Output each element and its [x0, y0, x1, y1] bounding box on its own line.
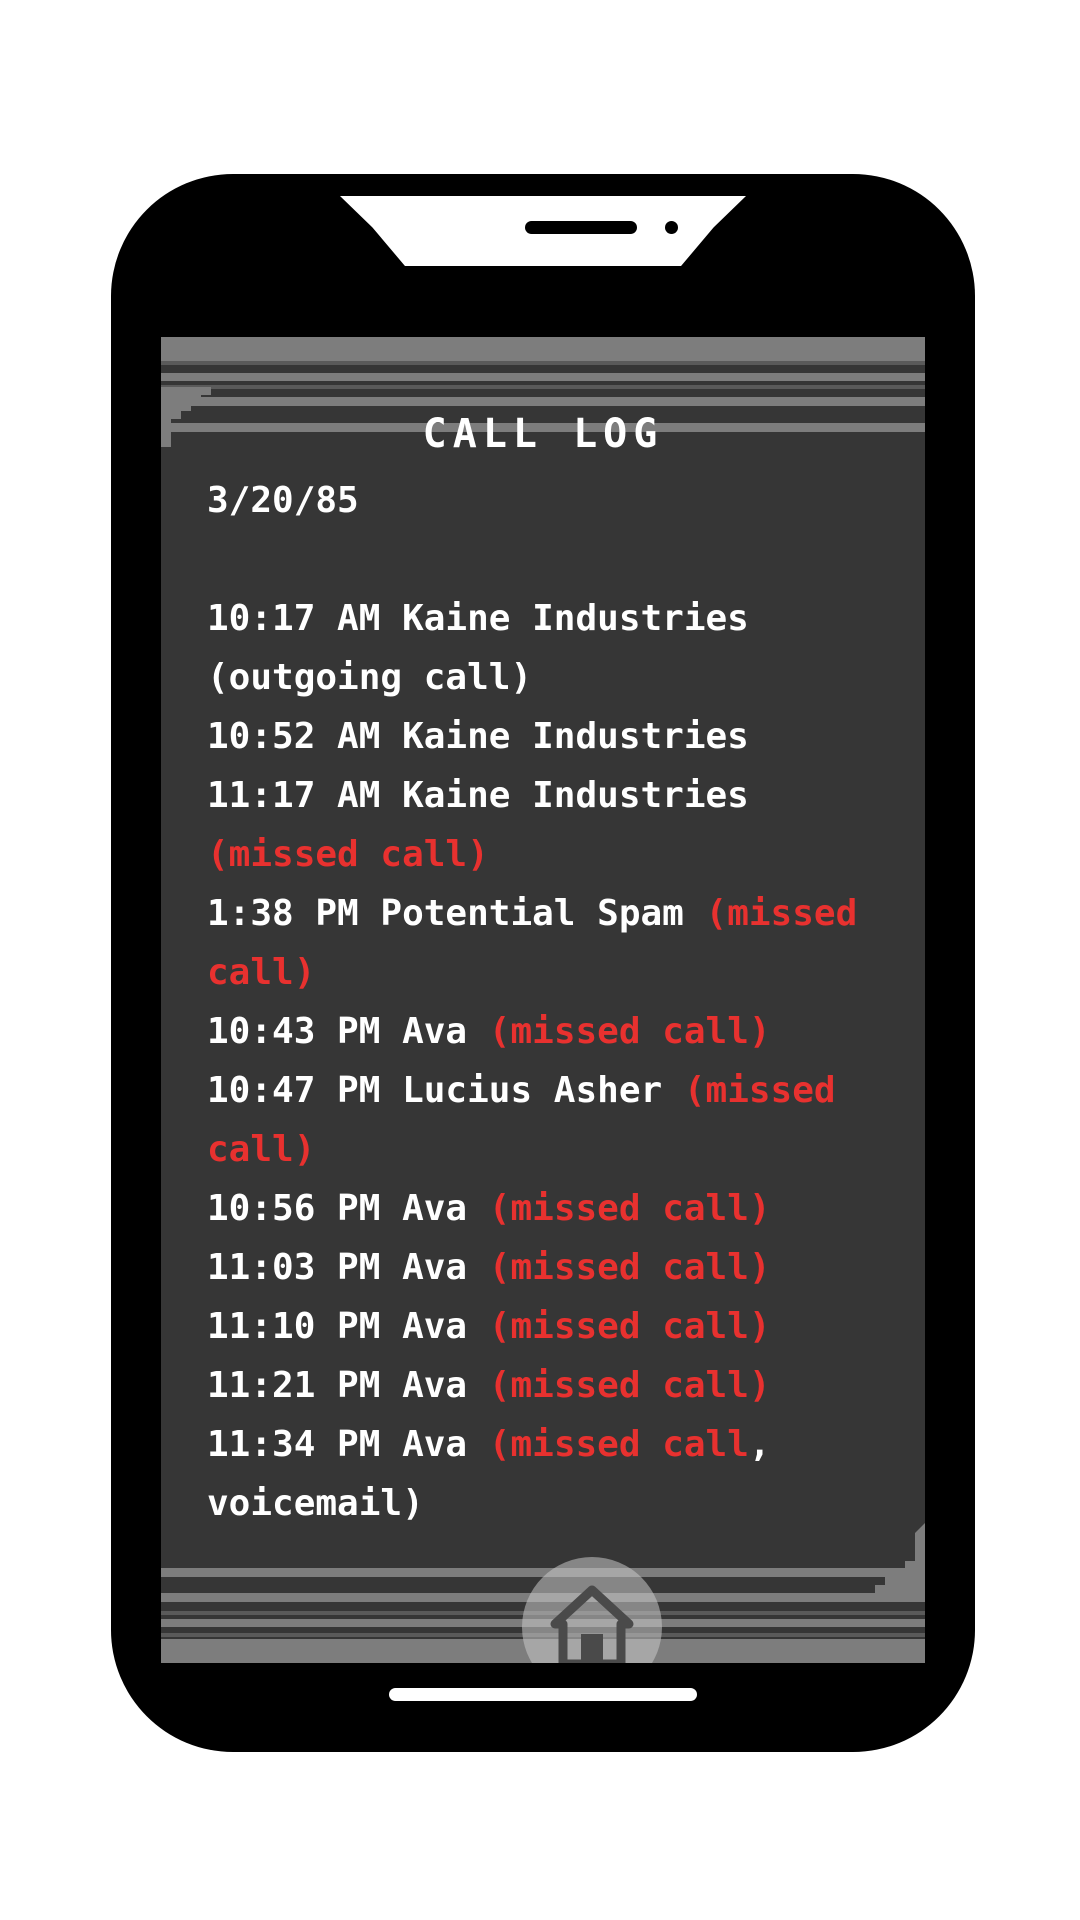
home-indicator[interactable]	[389, 1688, 697, 1701]
call-time: 11:34 PM	[207, 1424, 381, 1465]
call-time: 10:17 AM	[207, 598, 381, 639]
call-log-entry[interactable]: 10:52 AM Kaine Industries	[207, 707, 897, 766]
call-log-screen: CALL LOG 3/20/85 10:17 AM Kaine Industri…	[161, 337, 925, 1663]
caller-name: Ava	[402, 1247, 468, 1288]
call-time: 10:52 AM	[207, 716, 381, 757]
call-time: 11:10 PM	[207, 1306, 381, 1347]
caller-name: Kaine Industries	[402, 716, 749, 757]
call-status: (missed call)	[488, 1365, 771, 1406]
call-time: 11:21 PM	[207, 1365, 381, 1406]
call-log-entry[interactable]: 1:38 PM Potential Spam (missed call)	[207, 884, 897, 1002]
call-log-entry[interactable]: 11:17 AM Kaine Industries (missed call)	[207, 766, 897, 884]
camera-icon	[665, 221, 678, 234]
call-log-entry[interactable]: 10:56 PM Ava (missed call)	[207, 1179, 897, 1238]
call-status: (missed call)	[488, 1011, 771, 1052]
call-log-entry[interactable]: 11:10 PM Ava (missed call)	[207, 1297, 897, 1356]
call-log-entry[interactable]: 10:17 AM Kaine Industries (outgoing call…	[207, 589, 897, 707]
call-status: (missed call)	[488, 1247, 771, 1288]
call-time: 10:47 PM	[207, 1070, 381, 1111]
caller-name: Ava	[402, 1365, 468, 1406]
call-time: 10:43 PM	[207, 1011, 381, 1052]
log-date: 3/20/85	[207, 480, 359, 521]
corner-steps-decoration	[875, 1523, 925, 1593]
caller-name: Ava	[402, 1424, 468, 1465]
call-status: (outgoing call)	[207, 657, 533, 698]
call-time: 11:03 PM	[207, 1247, 381, 1288]
call-log-entry[interactable]: 11:03 PM Ava (missed call)	[207, 1238, 897, 1297]
call-status: (missed call)	[488, 1188, 771, 1229]
phone-frame: CALL LOG 3/20/85 10:17 AM Kaine Industri…	[111, 174, 975, 1752]
call-time: 10:56 PM	[207, 1188, 381, 1229]
caller-name: Lucius Asher	[402, 1070, 663, 1111]
caller-name: Kaine Industries	[402, 775, 749, 816]
caller-name: Ava	[402, 1306, 468, 1347]
caller-name: Potential Spam	[380, 893, 684, 934]
home-icon	[550, 1585, 634, 1663]
call-log-entry[interactable]: 11:34 PM Ava (missed call, voicemail)	[207, 1415, 897, 1533]
call-log-list: 3/20/85 10:17 AM Kaine Industries (outgo…	[207, 471, 897, 1533]
call-log-entry[interactable]: 10:43 PM Ava (missed call)	[207, 1002, 897, 1061]
page-title: CALL LOG	[422, 411, 664, 457]
caller-name: Ava	[402, 1188, 468, 1229]
caller-name: Kaine Industries	[402, 598, 749, 639]
speaker-icon	[525, 221, 637, 234]
call-log-entry[interactable]: 10:47 PM Lucius Asher (missed call)	[207, 1061, 897, 1179]
call-time: 11:17 AM	[207, 775, 381, 816]
call-status: (missed call)	[207, 834, 489, 875]
call-log-entry[interactable]: 11:21 PM Ava (missed call)	[207, 1356, 897, 1415]
call-status: (missed call)	[488, 1306, 771, 1347]
caller-name: Ava	[402, 1011, 468, 1052]
call-time: 1:38 PM	[207, 893, 359, 934]
call-status-missed: (missed call	[488, 1424, 749, 1465]
